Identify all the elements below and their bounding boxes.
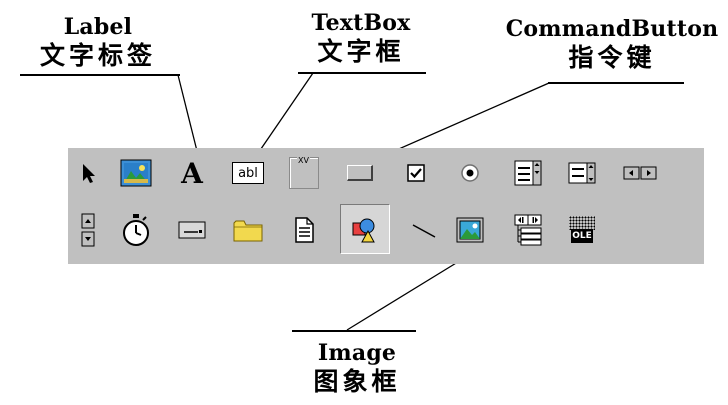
timer-tool[interactable] [116, 210, 156, 250]
filelistbox-tool[interactable] [284, 210, 324, 250]
image-leader-line [346, 256, 467, 331]
drive-icon [178, 221, 206, 239]
checkbox-icon [407, 164, 425, 182]
label-tool-glyph: A [181, 156, 203, 190]
picturebox-icon [120, 159, 152, 187]
folder-icon [233, 220, 263, 242]
combobox-icon [514, 160, 542, 186]
drivelistbox-tool[interactable] [172, 210, 212, 250]
textbox-tool-glyph: abl [238, 165, 258, 181]
textbox-tool-frame: abl [232, 162, 264, 184]
toolbox-panel: A abl XV OLE [68, 148, 704, 264]
horizontal-scrollbar-icon [623, 166, 657, 180]
radio-button-icon [461, 164, 479, 182]
pointer-tool[interactable] [68, 153, 108, 193]
pointer-arrow-icon [83, 164, 95, 183]
label-tool[interactable]: A [172, 153, 212, 193]
hscrollbar-tool[interactable] [620, 153, 660, 193]
shape-tool[interactable] [340, 204, 390, 254]
image-icon [456, 217, 484, 243]
textbox-tool[interactable]: abl [228, 153, 268, 193]
frame-tool-glyph: XV [297, 156, 310, 165]
ole-label-box: OLE [571, 229, 593, 243]
ole-tool[interactable]: OLE [562, 210, 602, 250]
line-icon [412, 224, 436, 238]
file-icon [295, 217, 314, 243]
shapes-icon [352, 218, 375, 243]
commandbutton-tool[interactable] [340, 153, 380, 193]
dirlistbox-tool[interactable] [228, 210, 268, 250]
optionbutton-tool[interactable] [450, 153, 490, 193]
vscrollbar-tool[interactable] [68, 210, 108, 250]
commandbutton-tool-icon [347, 165, 373, 181]
ole-icon: OLE [569, 216, 595, 244]
frame-tool[interactable]: XV [284, 153, 324, 193]
ole-label: OLE [572, 231, 592, 241]
data-tool[interactable] [508, 210, 548, 250]
ole-dot-pattern [569, 216, 595, 230]
stopwatch-icon [123, 214, 149, 246]
listbox-icon [568, 162, 596, 184]
picturebox-tool[interactable] [116, 153, 156, 193]
listbox-tool[interactable] [562, 153, 602, 193]
vertical-scrollbar-icon [81, 213, 95, 247]
image-tool[interactable] [450, 210, 490, 250]
frame-tool-icon: XV [289, 156, 319, 189]
data-control-icon [514, 214, 542, 246]
line-tool[interactable] [404, 210, 444, 250]
combobox-tool[interactable] [508, 153, 548, 193]
checkbox-tool[interactable] [396, 153, 436, 193]
